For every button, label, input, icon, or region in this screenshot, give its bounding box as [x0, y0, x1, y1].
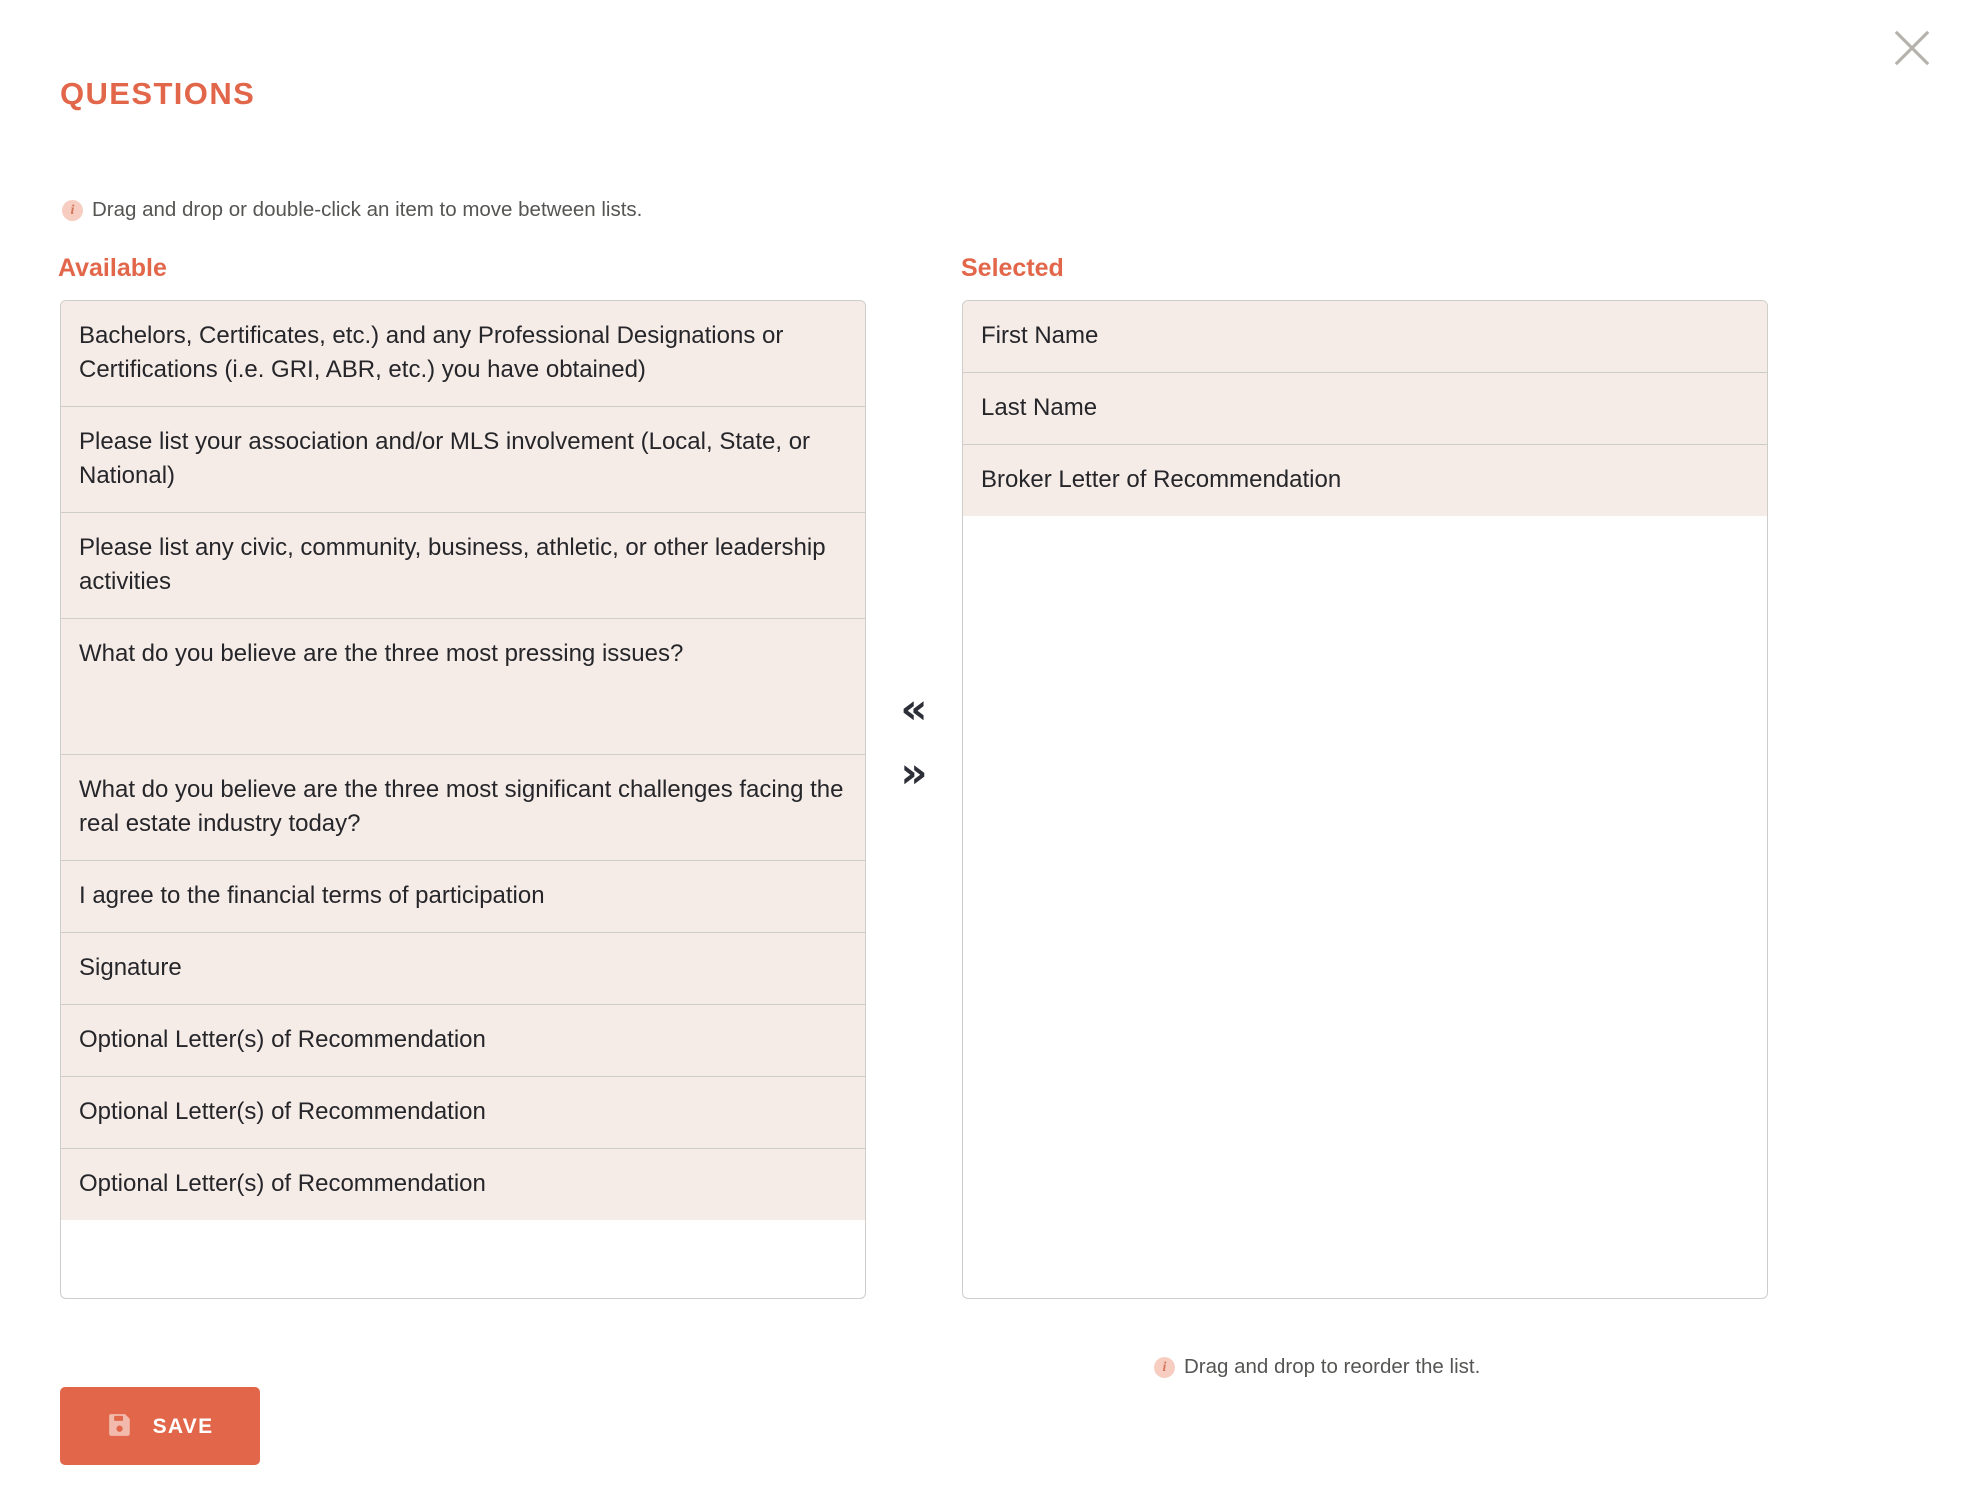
info-icon: i — [62, 200, 83, 221]
close-icon — [1892, 28, 1932, 68]
available-column-heading: Available — [58, 254, 167, 282]
list-item[interactable]: First Name — [963, 301, 1767, 374]
drag-drop-hint-top: i Drag and drop or double-click an item … — [62, 200, 642, 221]
page-title: QUESTIONS — [60, 76, 256, 111]
close-dialog-button[interactable] — [1882, 18, 1942, 78]
save-button-label: Save — [152, 1414, 214, 1438]
list-item[interactable]: Optional Letter(s) of Recommendation — [61, 1004, 865, 1077]
list-item[interactable]: Last Name — [963, 373, 1767, 446]
transfer-controls: « » — [879, 688, 949, 794]
available-list-panel[interactable]: Bachelors, Certificates, etc.) and any P… — [60, 300, 866, 1299]
list-item[interactable]: Signature — [61, 932, 865, 1005]
list-item[interactable]: Optional Letter(s) of Recommendation — [61, 1076, 865, 1150]
list-item[interactable]: Please list your association and/or MLS … — [61, 407, 865, 514]
move-right-button[interactable]: » — [900, 752, 927, 794]
drag-drop-hint-top-text: Drag and drop or double-click an item to… — [92, 198, 643, 222]
info-icon: i — [1154, 1357, 1175, 1378]
floppy-disk-icon — [107, 1412, 133, 1441]
move-left-button[interactable]: « — [900, 688, 927, 730]
reorder-hint: i Drag and drop to reorder the list. — [1154, 1357, 1480, 1378]
list-item[interactable]: Please list any civic, community, busine… — [61, 513, 865, 620]
save-button[interactable]: Save — [60, 1387, 260, 1465]
reorder-hint-text: Drag and drop to reorder the list. — [1184, 1355, 1481, 1379]
list-item[interactable]: Optional Letter(s) of Recommendation — [61, 1149, 865, 1221]
list-item[interactable]: I agree to the financial terms of partic… — [61, 860, 865, 933]
list-item[interactable]: What do you believe are the three most p… — [61, 619, 865, 755]
list-item[interactable]: Bachelors, Certificates, etc.) and any P… — [61, 301, 865, 408]
list-item[interactable]: Broker Letter of Recommendation — [963, 445, 1767, 517]
selected-column-heading: Selected — [961, 254, 1064, 282]
selected-list-panel[interactable]: First Name Last Name Broker Letter of Re… — [962, 300, 1768, 1299]
list-item[interactable]: What do you believe are the three most s… — [61, 754, 865, 861]
